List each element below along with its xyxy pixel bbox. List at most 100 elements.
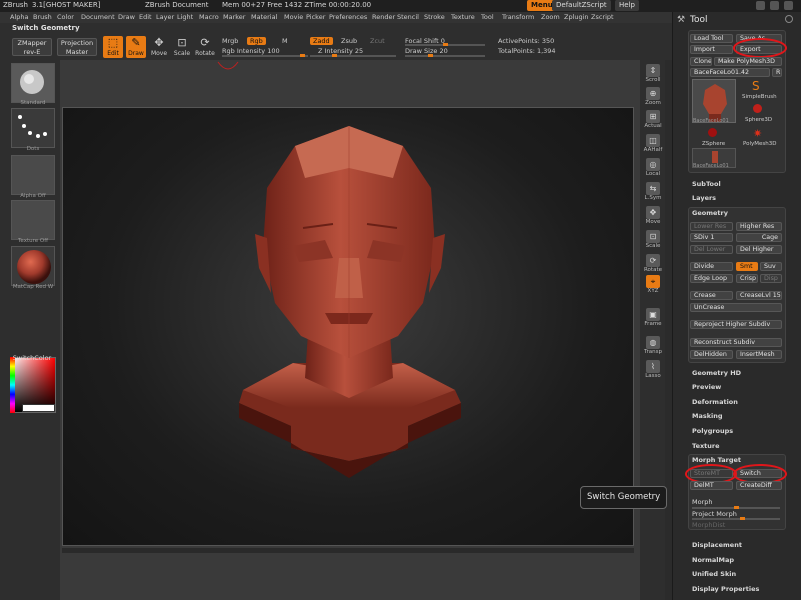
- menu-texture[interactable]: Texture: [451, 13, 475, 21]
- shelf-transp-button[interactable]: ◍ Transp: [642, 335, 664, 359]
- load-tool-button[interactable]: Load Tool: [690, 34, 733, 43]
- shelf-lsym-button[interactable]: ⇆ L.Sym: [642, 181, 664, 205]
- canvas-scrollbar[interactable]: [62, 548, 634, 553]
- menu-edit[interactable]: Edit: [139, 13, 152, 21]
- stroke-thumbnail[interactable]: [11, 108, 55, 148]
- menu-macro[interactable]: Macro: [199, 13, 219, 21]
- zsphere-icon[interactable]: [708, 128, 717, 137]
- project-morph-slider[interactable]: Project Morph: [692, 510, 737, 518]
- uncrease-button[interactable]: UnCrease: [690, 303, 782, 312]
- shelf-move-button[interactable]: ✥ Move: [642, 205, 664, 229]
- preview-section[interactable]: Preview: [692, 383, 721, 391]
- polygroups-section[interactable]: Polygroups: [692, 427, 733, 435]
- edit-mode-button[interactable]: ⬚ Edit: [103, 36, 123, 58]
- menu-movie[interactable]: Movie: [284, 13, 303, 21]
- displacement-section[interactable]: Displacement: [692, 541, 742, 549]
- texture-section[interactable]: Texture: [692, 442, 720, 450]
- shelf-frame-button[interactable]: ▣ Frame: [642, 307, 664, 331]
- cage-button[interactable]: Cage: [736, 233, 782, 242]
- lower-res-button[interactable]: Lower Res: [690, 222, 733, 231]
- del-lower-button[interactable]: Del Lower: [690, 245, 733, 254]
- shelf-aahalf-button[interactable]: ◫ AAHalf: [642, 133, 664, 157]
- sphere3d-icon[interactable]: [753, 104, 762, 113]
- menu-preferences[interactable]: Preferences: [329, 13, 367, 21]
- draw-size-track[interactable]: [405, 55, 485, 57]
- del-higher-button[interactable]: Del Higher: [736, 245, 782, 254]
- polymesh3d-icon[interactable]: ✷: [753, 127, 762, 140]
- menu-alpha[interactable]: Alpha: [10, 13, 28, 21]
- project-morph-track[interactable]: [692, 518, 780, 520]
- smt-toggle[interactable]: Smt: [736, 262, 758, 271]
- deformation-section[interactable]: Deformation: [692, 398, 738, 406]
- project-morph-knob[interactable]: [740, 517, 745, 520]
- shelf-zoom-button[interactable]: ⊕ Zoom: [642, 86, 664, 110]
- clone-button[interactable]: Clone: [690, 57, 712, 66]
- menu-layer[interactable]: Layer: [156, 13, 174, 21]
- material-thumbnail[interactable]: [11, 246, 55, 286]
- palette-close-icon[interactable]: [785, 15, 793, 23]
- sdiv-slider[interactable]: SDiv 1: [690, 233, 733, 242]
- zcut-toggle[interactable]: Zcut: [370, 37, 385, 45]
- current-tool-thumbnail[interactable]: [692, 79, 736, 123]
- shelf-xyz-button[interactable]: ⌖ XYZ: [642, 274, 664, 298]
- minimize-icon[interactable]: [756, 1, 765, 10]
- rgb-intensity-track[interactable]: [222, 55, 308, 57]
- subtool-section[interactable]: SubTool: [692, 180, 721, 188]
- masking-section[interactable]: Masking: [692, 412, 723, 420]
- morph-slider[interactable]: Morph: [692, 498, 713, 506]
- menu-transform[interactable]: Transform: [502, 13, 534, 21]
- geometry-hd-section[interactable]: Geometry HD: [692, 369, 741, 377]
- hue-bar[interactable]: [10, 357, 15, 413]
- close-icon[interactable]: [784, 1, 793, 10]
- suv-toggle[interactable]: Suv: [760, 262, 782, 271]
- simple-brush-icon[interactable]: S: [752, 79, 760, 93]
- texture-thumbnail[interactable]: [11, 200, 55, 240]
- unified-skin-section[interactable]: Unified Skin: [692, 570, 736, 578]
- crisp-toggle[interactable]: Crisp: [736, 274, 758, 283]
- r-button[interactable]: R: [772, 68, 782, 77]
- morph-target-section[interactable]: Morph Target: [692, 456, 741, 464]
- delmt-button[interactable]: DelMT: [690, 481, 733, 490]
- menu-brush[interactable]: Brush: [33, 13, 52, 21]
- menu-marker[interactable]: Marker: [223, 13, 245, 21]
- insertmesh-button[interactable]: InsertMesh: [736, 350, 782, 359]
- document-canvas[interactable]: [62, 107, 634, 546]
- draw-size-knob[interactable]: [428, 54, 433, 57]
- menu-zplugin[interactable]: Zplugin: [564, 13, 589, 21]
- help-button[interactable]: Help: [615, 0, 639, 11]
- alpha-thumbnail[interactable]: [11, 155, 55, 195]
- creatediff-button[interactable]: CreateDiff: [736, 481, 782, 490]
- reproject-higher-subdiv-button[interactable]: Reproject Higher Subdiv: [690, 320, 782, 329]
- shelf-scroll-button[interactable]: ⇕ Scroll: [642, 63, 664, 87]
- current-tool-slider[interactable]: BaceFaceLo01.42: [690, 68, 770, 77]
- default-zscript-button[interactable]: DefaultZScript: [552, 0, 611, 11]
- disp-toggle[interactable]: Disp: [760, 274, 782, 283]
- zadd-toggle[interactable]: Zadd: [310, 37, 333, 45]
- morph-knob[interactable]: [734, 506, 739, 509]
- menu-tool[interactable]: Tool: [481, 13, 494, 21]
- z-intensity-slider[interactable]: Z Intensity 25: [318, 47, 363, 55]
- menu-render[interactable]: Render: [372, 13, 395, 21]
- shelf-local-button[interactable]: ◎ Local: [642, 157, 664, 181]
- menu-stencil[interactable]: Stencil: [397, 13, 419, 21]
- menu-material[interactable]: Material: [251, 13, 277, 21]
- crease-level-slider[interactable]: CreaseLvl 15: [736, 291, 782, 300]
- switch-color-button[interactable]: SwitchColor: [10, 354, 54, 362]
- head-bust-model[interactable]: [63, 108, 635, 547]
- shelf-scale-button[interactable]: ⊡ Scale: [642, 229, 664, 253]
- rotate-mode-button[interactable]: ⟳ Rotate: [195, 36, 215, 58]
- z-intensity-track[interactable]: [310, 55, 396, 57]
- menu-picker[interactable]: Picker: [306, 13, 325, 21]
- higher-res-button[interactable]: Higher Res: [736, 222, 782, 231]
- zsub-toggle[interactable]: Zsub: [341, 37, 357, 45]
- morph-dist-slider[interactable]: MorphDist: [692, 521, 725, 529]
- import-button[interactable]: Import: [690, 45, 733, 54]
- normalmap-section[interactable]: NormalMap: [692, 556, 734, 564]
- draw-mode-button[interactable]: ✎ Draw: [126, 36, 146, 58]
- menu-draw[interactable]: Draw: [118, 13, 135, 21]
- menu-stroke[interactable]: Stroke: [424, 13, 445, 21]
- make-polymesh-button[interactable]: Make PolyMesh3D: [714, 57, 782, 66]
- layers-section[interactable]: Layers: [692, 194, 716, 202]
- rgb-intensity-slider[interactable]: Rgb Intensity 100: [222, 47, 280, 55]
- brush-thumbnail[interactable]: [11, 63, 55, 103]
